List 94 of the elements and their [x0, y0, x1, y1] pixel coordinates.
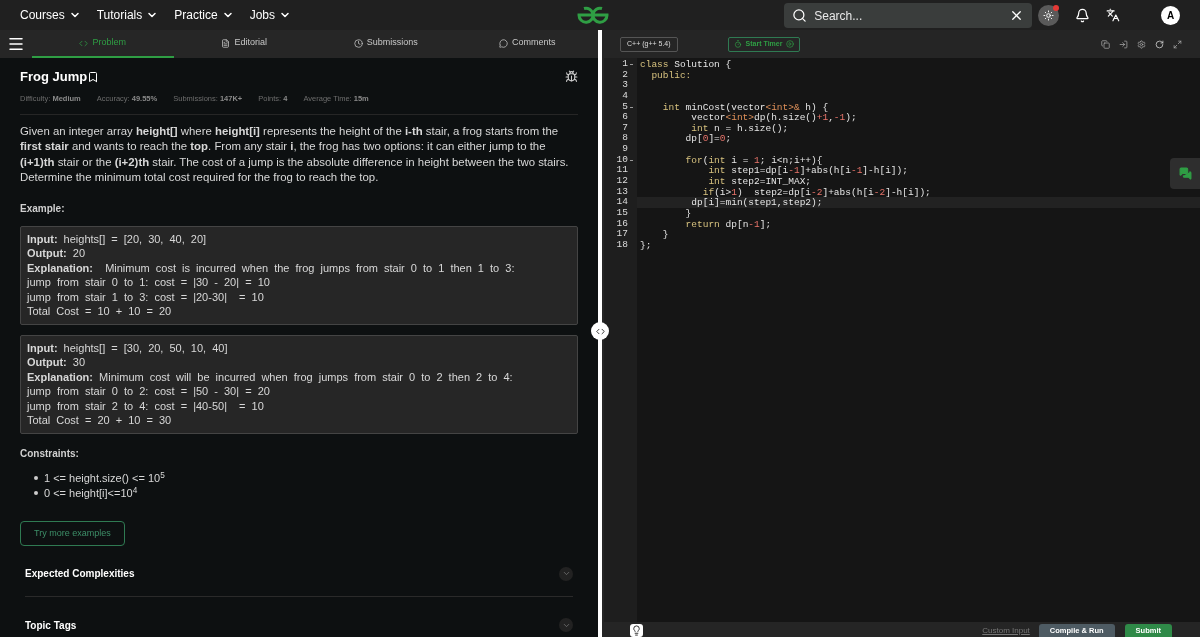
example-line: Total Cost = 10 + 10 = 20: [27, 304, 173, 319]
example-line: jump from stair 0 to 2: cost = |50 - 30| = 20: [27, 384, 271, 399]
fold-marker-icon[interactable]: [630, 106, 633, 108]
fold-marker-icon[interactable]: [630, 64, 633, 65]
nav-menu[interactable]: Jobs: [249, 6, 291, 24]
line-number: 11: [616, 165, 628, 177]
reset-icon[interactable]: [1155, 39, 1164, 49]
line-number: 14: [616, 197, 628, 208]
play-icon: [786, 40, 795, 48]
line-number: 10: [616, 154, 628, 166]
menu-icon[interactable]: [7, 35, 25, 53]
code-line: int minCost(vector<int>& h) {: [661, 101, 829, 113]
code-line: return dp[n-1];: [684, 218, 772, 230]
code-line: };: [640, 239, 652, 251]
expand-toggle[interactable]: [559, 566, 573, 581]
search-field[interactable]: Search...: [784, 3, 1033, 28]
example-line: Total Cost = 20 + 10 = 30: [27, 413, 173, 428]
code-line: class Solution {: [640, 59, 732, 70]
line-number: 2: [622, 69, 628, 81]
language-icon[interactable]: [1106, 8, 1121, 22]
document-icon: [221, 38, 231, 48]
line-number: 1: [622, 59, 628, 70]
bullet-icon: [34, 476, 38, 481]
line-number: 8: [622, 133, 628, 145]
example-line: Output: 30: [27, 355, 86, 370]
tab[interactable]: Editorial: [173, 30, 315, 58]
code-line: dp[i]=min(step1,step2);: [690, 197, 823, 209]
section-title: Topic Tags: [25, 618, 77, 633]
settings-icon[interactable]: [1137, 39, 1146, 49]
code-line: int step1=dp[i-1]+abs(h[i-1]-h[i]);: [707, 165, 908, 177]
nav-menu[interactable]: Courses: [20, 6, 81, 24]
timer-icon: [733, 40, 742, 48]
line-number: 13: [616, 186, 628, 198]
try-more-examples-button[interactable]: Try more examples: [20, 520, 125, 546]
bookmark-icon[interactable]: [87, 70, 100, 83]
bullet-icon: [34, 491, 38, 496]
line-number: 4: [622, 90, 628, 102]
search-icon: [792, 7, 808, 23]
line-number: 18: [616, 239, 628, 251]
example-line: jump from stair 2 to 4: cost = |40-50| = 10: [27, 398, 265, 414]
tab[interactable]: Comments: [456, 30, 598, 58]
lightbulb-icon[interactable]: [630, 624, 643, 637]
code-line: }: [661, 229, 669, 241]
line-number: 7: [622, 122, 628, 134]
constraints-heading: Constraints:: [20, 446, 80, 461]
expand-toggle[interactable]: [559, 618, 573, 633]
code-line: if(i>1) step2=dp[i-2]+abs(h[i-2]-h[i]);: [701, 186, 931, 198]
code-line: }: [684, 207, 692, 219]
code-line: int n = h.size();: [690, 122, 789, 134]
line-number: 9: [622, 144, 628, 155]
bug-icon[interactable]: [565, 70, 578, 84]
example-line: jump from stair 0 to 1: cost = |30 - 20| = 10: [27, 275, 271, 290]
clock-icon: [353, 38, 363, 48]
line-number: 17: [616, 229, 628, 240]
import-icon[interactable]: [1119, 39, 1128, 49]
line-number: 15: [616, 207, 628, 219]
bell-icon[interactable]: [1075, 7, 1091, 23]
example-line: Explanation: Minimum cost will be incurred when frog jumps from stair 0 to 2 then 2 to 4:: [27, 369, 514, 385]
fold-marker-icon[interactable]: [630, 159, 633, 161]
code-line: public:: [650, 69, 692, 81]
code-icon: [595, 326, 605, 336]
code-line: vector<int>dp(h.size()+1,-1);: [690, 112, 857, 124]
line-number: 3: [622, 80, 628, 91]
code-line: int step2=INT_MAX;: [707, 176, 812, 188]
copy-icon[interactable]: [1101, 39, 1110, 49]
sun-icon: [1043, 9, 1055, 21]
line-number: 5: [622, 101, 628, 113]
section-title: Expected Complexities: [25, 567, 135, 582]
line-number: 12: [616, 176, 628, 187]
code-line: for(int i = 1; i<n;i++){: [684, 154, 823, 166]
tab[interactable]: Submissions: [315, 30, 457, 58]
nav-menu[interactable]: Tutorials: [96, 6, 159, 24]
example-line: Explanation: Minimum cost is incurred when the frog jumps from stair 0 to 1 then 1 to 3:: [27, 260, 516, 276]
chat-icon[interactable]: [1178, 167, 1192, 180]
custom-input-link[interactable]: Custom Input: [982, 625, 1030, 637]
theme-toggle-button[interactable]: [1038, 4, 1060, 26]
example-line: Output: 20: [27, 246, 86, 261]
example-line: Input: heights[] = [30, 20, 50, 10, 40]: [27, 340, 229, 356]
line-number: 16: [616, 218, 628, 230]
constraint-item: 1 <= height.size() <= 10$^{5}$: [44, 470, 165, 486]
fullscreen-icon[interactable]: [1173, 39, 1182, 49]
nav-menu[interactable]: Practice: [174, 6, 234, 24]
problem-description: Given an integer array height[] where height[i] represents the height of the i-th stair, a frog starts from the first stair and wants to reach the top. From any stair i, the frog has two options: it can either jump to the (i+1)th stair or the (i+2)th stair. The cost of a jump is the absolute difference in height between the two stairs. Determine the minimum total cost required for the frog to reach the top.: [20, 123, 570, 186]
logo-icon[interactable]: [575, 6, 610, 24]
line-number: 6: [622, 112, 628, 123]
code-icon: [79, 38, 89, 48]
problem-title: Frog Jump: [20, 68, 88, 86]
example-heading: Example:: [20, 201, 66, 216]
constraint-item: 0 <= height[i]<=10$^{4}$: [44, 485, 138, 501]
code-line: dp[0]=0;: [684, 133, 732, 145]
chat-bubble-icon: [499, 38, 508, 48]
example-line: Input: heights[] = [20, 30, 40, 20]: [27, 231, 208, 247]
example-line: jump from stair 1 to 3: cost = |20-30| = 10: [27, 289, 265, 305]
avatar[interactable]: A: [1161, 5, 1180, 25]
